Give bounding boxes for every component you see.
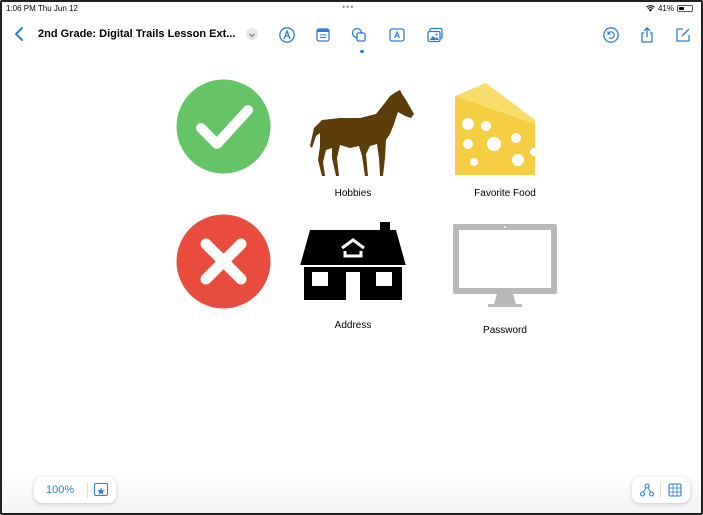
address-caption: Address (334, 320, 372, 331)
back-chevron-icon[interactable] (12, 25, 28, 43)
connector-icon (639, 483, 655, 497)
favorite-view-button[interactable] (94, 483, 108, 496)
password-caption: Password (483, 325, 527, 336)
zoom-control: 100% (34, 477, 116, 503)
grid-button[interactable] (667, 482, 683, 498)
text-box-icon (389, 28, 405, 42)
battery-icon (677, 5, 693, 12)
board-title[interactable]: 2nd Grade: Digital Trails Lesson Ext... (38, 28, 235, 40)
connectors-button[interactable] (639, 482, 655, 498)
status-time: 1:06 PM Thu Jun 12 (6, 4, 78, 13)
horse-icon[interactable] (310, 88, 415, 178)
zoom-level[interactable]: 100% (46, 484, 74, 496)
pen-tool-button[interactable] (278, 26, 296, 44)
sticky-note-icon (316, 28, 330, 42)
undo-icon (603, 27, 619, 43)
shapes-icon (351, 27, 366, 42)
monitor-icon[interactable] (453, 224, 557, 308)
text-box-button[interactable] (388, 26, 406, 44)
selected-tool-indicator (360, 50, 364, 53)
star-icon (97, 487, 105, 495)
grid-icon (668, 483, 682, 497)
undo-button[interactable] (602, 26, 620, 44)
title-menu-button[interactable] (246, 28, 258, 40)
media-icon (427, 27, 443, 43)
favorite-food-caption: Favorite Food (474, 188, 536, 199)
freeform-window: 1:06 PM Thu Jun 12 ••• 41% 2nd Grade: Di… (0, 0, 703, 515)
wifi-icon (646, 5, 655, 12)
x-mark-icon[interactable] (176, 214, 271, 309)
status-right: 41% (646, 4, 693, 13)
compose-icon (676, 28, 690, 42)
sticky-note-button[interactable] (314, 26, 332, 44)
status-bar: 1:06 PM Thu Jun 12 ••• 41% (2, 2, 701, 16)
check-mark-icon[interactable] (176, 79, 271, 174)
divider (660, 482, 661, 498)
multitasking-dots[interactable]: ••• (342, 2, 354, 12)
media-button[interactable] (426, 26, 444, 44)
share-button[interactable] (638, 26, 656, 44)
shapes-button[interactable] (350, 26, 368, 44)
chevron-down-icon (249, 33, 255, 38)
divider (87, 482, 88, 498)
share-icon (641, 26, 653, 43)
pen-tip-icon (279, 27, 295, 43)
view-options-control (632, 477, 690, 503)
cheese-icon[interactable] (454, 82, 538, 176)
battery-percent: 41% (657, 4, 674, 13)
compose-button[interactable] (674, 26, 692, 44)
toolbar: 2nd Grade: Digital Trails Lesson Ext... (2, 22, 701, 53)
house-icon[interactable] (300, 222, 406, 300)
hobbies-caption: Hobbies (334, 188, 372, 199)
